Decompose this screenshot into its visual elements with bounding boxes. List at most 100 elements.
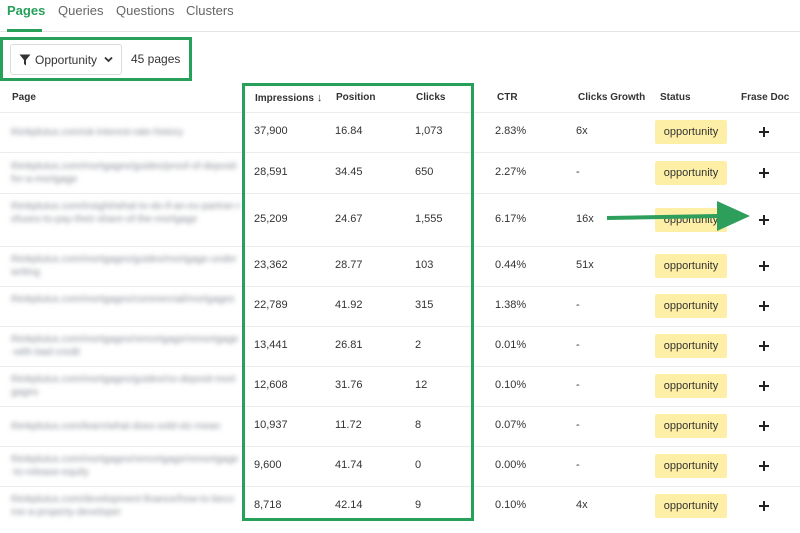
status-badge: opportunity xyxy=(655,294,727,318)
filter-label: Opportunity xyxy=(35,53,98,67)
impressions-cell: 37,900 xyxy=(254,125,288,137)
position-cell: 42.14 xyxy=(335,499,363,511)
column-header-clicks-growth[interactable]: Clicks Growth xyxy=(578,92,645,103)
clicks-cell: 12 xyxy=(415,379,428,391)
add-frase-doc-icon[interactable] xyxy=(758,420,770,432)
tab-questions[interactable]: Questions xyxy=(116,3,175,18)
clicks-cell: 1,555 xyxy=(415,212,443,225)
position-cell: 31.76 xyxy=(335,379,363,391)
row-divider xyxy=(0,486,800,487)
page-url-link[interactable]: thinkplutus.com/mortgages/remortgage/rem… xyxy=(11,453,241,479)
page-url-link[interactable]: thinkplutus.com/mortgages/remortgage/rem… xyxy=(11,333,241,359)
add-frase-doc-icon[interactable] xyxy=(758,340,770,352)
row-divider xyxy=(0,246,800,247)
row-divider xyxy=(0,286,800,287)
column-header-status[interactable]: Status xyxy=(660,92,691,103)
ctr-cell: 6.17% xyxy=(495,212,527,225)
position-cell: 41.74 xyxy=(335,459,363,471)
page-url-link[interactable]: thinkplutus.com/learn/what-does-sold-stc… xyxy=(11,420,241,433)
tab-queries[interactable]: Queries xyxy=(58,3,104,18)
clicks-growth-cell: - xyxy=(576,299,580,311)
impressions-cell: 25,209 xyxy=(254,212,288,225)
clicks-cell: 1,073 xyxy=(415,125,443,137)
row-divider xyxy=(0,406,800,407)
status-badge: opportunity xyxy=(655,454,727,478)
clicks-cell: 9 xyxy=(415,499,422,511)
clicks-growth-cell: - xyxy=(576,339,580,351)
row-divider xyxy=(0,366,800,367)
filter-icon xyxy=(19,54,31,66)
status-badge: opportunity xyxy=(655,414,727,438)
add-frase-doc-icon[interactable] xyxy=(758,126,770,138)
column-header-position[interactable]: Position xyxy=(336,92,375,103)
page-url-link[interactable]: thinkplutus.com/development-finance/how-… xyxy=(11,493,241,519)
page-count: 45 pages xyxy=(131,52,181,66)
tab-bar: Pages Queries Questions Clusters xyxy=(0,0,800,32)
tab-clusters[interactable]: Clusters xyxy=(186,3,234,18)
page-url-link[interactable]: thinkplutus.com/mortgages/guides/no-depo… xyxy=(11,373,241,399)
row-divider xyxy=(0,326,800,327)
clicks-cell: 2 xyxy=(415,339,422,351)
page-url-link[interactable]: thinkplutus.com/mortgages/commercial/mor… xyxy=(11,293,241,319)
add-frase-doc-icon[interactable] xyxy=(758,380,770,392)
clicks-growth-cell: 6x xyxy=(576,125,588,137)
sort-descending-icon: ↓ xyxy=(316,92,323,104)
clicks-growth-cell: 4x xyxy=(576,499,588,511)
ctr-cell: 1.38% xyxy=(495,299,527,311)
position-cell: 34.45 xyxy=(335,165,363,178)
status-badge: opportunity xyxy=(655,334,727,358)
status-badge: opportunity xyxy=(655,254,727,278)
status-badge: opportunity xyxy=(655,494,727,518)
page-url-link[interactable]: thinkplutus.com/mortgages/guides/proof-o… xyxy=(11,160,241,186)
position-cell: 26.81 xyxy=(335,339,363,351)
impressions-cell: 9,600 xyxy=(254,459,282,471)
add-frase-doc-icon[interactable] xyxy=(758,167,770,179)
ctr-cell: 0.07% xyxy=(495,419,527,431)
clicks-cell: 103 xyxy=(415,259,434,271)
ctr-cell: 0.10% xyxy=(495,379,527,391)
page-url-link[interactable]: thinkplutus.com/mortgages/guides/mortgag… xyxy=(11,253,241,279)
add-frase-doc-icon[interactable] xyxy=(758,500,770,512)
clicks-growth-cell: 51x xyxy=(576,259,594,271)
row-divider xyxy=(0,193,800,194)
column-header-page[interactable]: Page xyxy=(12,92,36,103)
impressions-cell: 28,591 xyxy=(254,165,288,178)
add-frase-doc-icon[interactable] xyxy=(758,260,770,272)
position-cell: 16.84 xyxy=(335,125,363,137)
add-frase-doc-icon[interactable] xyxy=(758,300,770,312)
status-badge: opportunity xyxy=(655,120,727,144)
active-tab-indicator xyxy=(7,29,42,32)
add-frase-doc-icon[interactable] xyxy=(758,214,770,226)
ctr-cell: 2.83% xyxy=(495,125,527,137)
clicks-cell: 8 xyxy=(415,419,422,431)
clicks-cell: 315 xyxy=(415,299,434,311)
position-cell: 11.72 xyxy=(335,419,362,431)
page-url-link[interactable]: thinkplutus.com/uk-interest-rate-history xyxy=(11,126,241,139)
ctr-cell: 0.00% xyxy=(495,459,527,471)
ctr-cell: 2.27% xyxy=(495,165,527,178)
status-badge: opportunity xyxy=(655,160,727,185)
ctr-cell: 0.10% xyxy=(495,499,527,511)
impressions-cell: 12,608 xyxy=(254,379,288,391)
position-cell: 24.67 xyxy=(335,212,363,225)
column-header-impressions[interactable]: Impressions ↓ xyxy=(255,92,322,104)
row-divider xyxy=(0,152,800,153)
row-divider xyxy=(0,446,800,447)
column-header-clicks[interactable]: Clicks xyxy=(416,92,445,103)
annotation-arrow-icon xyxy=(607,201,750,231)
impressions-cell: 13,441 xyxy=(254,339,288,351)
impressions-cell: 8,718 xyxy=(254,499,282,511)
column-header-frase-doc[interactable]: Frase Doc xyxy=(741,92,789,103)
page-url-link[interactable]: thinkplutus.com/insight/what-to-do-if-an… xyxy=(11,200,241,239)
tab-pages[interactable]: Pages xyxy=(7,3,45,18)
impressions-cell: 23,362 xyxy=(254,259,288,271)
ctr-cell: 0.44% xyxy=(495,259,527,271)
impressions-cell: 10,937 xyxy=(254,419,288,431)
add-frase-doc-icon[interactable] xyxy=(758,460,770,472)
opportunity-filter-dropdown[interactable]: Opportunity xyxy=(10,44,122,75)
ctr-cell: 0.01% xyxy=(495,339,527,351)
position-cell: 28.77 xyxy=(335,259,363,271)
clicks-growth-cell: - xyxy=(576,419,580,431)
clicks-growth-cell: - xyxy=(576,379,580,391)
column-header-ctr[interactable]: CTR xyxy=(497,92,518,103)
